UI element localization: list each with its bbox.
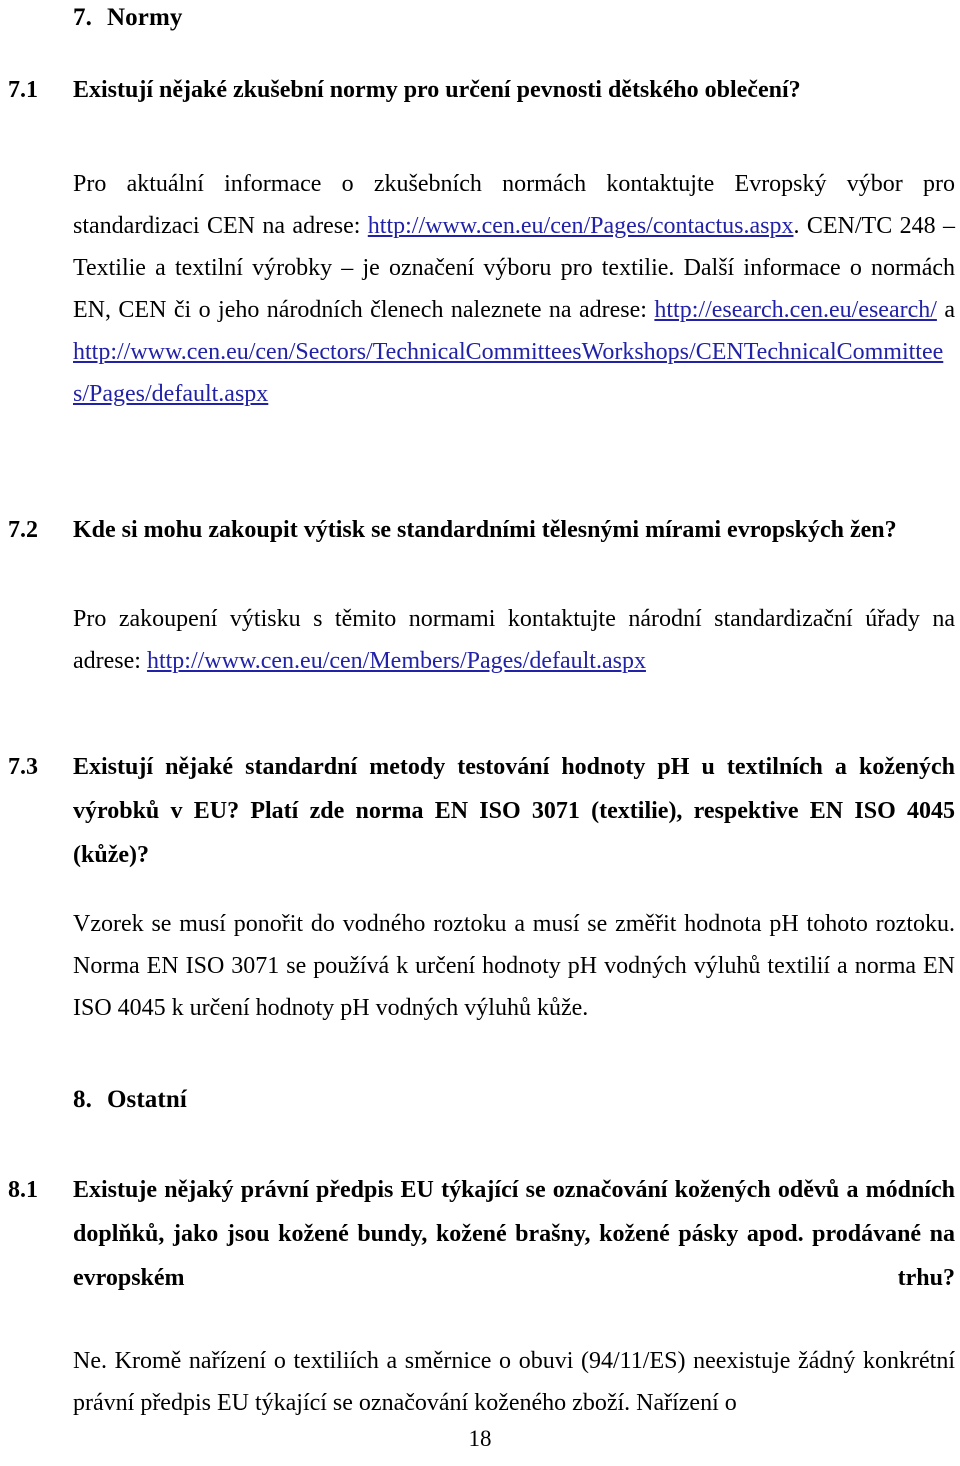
question-heading-7-2: 7.2 Kde si mohu zakoupit výtisk se stand…: [8, 508, 955, 552]
document-page: 7. Normy 7.1 Existují nějaké zkušební nor…: [0, 0, 960, 1466]
answer-paragraph-7-2: Pro zakoupení výtisku s těmito normami k…: [73, 598, 955, 682]
question-number-7-1: 7.1: [8, 77, 38, 103]
question-number-7-2: 7.2: [8, 517, 38, 543]
question-number-7-3: 7.3: [8, 754, 38, 780]
link-cen-members[interactable]: http://www.cen.eu/cen/Members/Pages/defa…: [147, 648, 646, 674]
chapter-heading-8: 8. Ostatní: [73, 1086, 187, 1114]
link-cen-contactus[interactable]: http://www.cen.eu/cen/Pages/contactus.as…: [368, 213, 794, 239]
question-heading-7-1: 7.1 Existují nějaké zkušební normy pro u…: [8, 68, 955, 112]
question-text-7-2: Kde si mohu zakoupit výtisk se standardn…: [73, 517, 897, 543]
answer-7-1-text-part-3: a: [936, 297, 955, 323]
chapter-number-8: 8.: [73, 1086, 92, 1113]
chapter-number-7: 7.: [73, 4, 92, 31]
page-number: 18: [468, 1426, 492, 1451]
answer-paragraph-7-1: Pro aktuální informace o zkušebních norm…: [73, 163, 955, 415]
question-text-8-1: Existuje nějaký právní předpis EU týkají…: [73, 1177, 955, 1291]
chapter-title-7: Normy: [107, 4, 183, 31]
question-text-7-1: Existují nějaké zkušební normy pro určen…: [73, 77, 801, 103]
question-text-7-3: Existují nějaké standardní metody testov…: [73, 754, 955, 868]
link-esearch-cen[interactable]: http://esearch.cen.eu/esearch/: [654, 297, 937, 323]
question-heading-7-3: 7.3 Existují nějaké standardní metody te…: [8, 745, 955, 921]
link-cen-technical-committees[interactable]: http://www.cen.eu/cen/Sectors/TechnicalC…: [73, 339, 943, 407]
answer-paragraph-7-3: Vzorek se musí ponořit do vodného roztok…: [73, 911, 955, 1021]
question-number-8-1: 8.1: [8, 1177, 38, 1203]
chapter-heading-7: 7. Normy: [73, 4, 182, 32]
answer-paragraph-8-1: Ne. Kromě nařízení o textiliích a směrni…: [73, 1348, 955, 1416]
question-heading-8-1: 8.1 Existuje nějaký právní předpis EU tý…: [8, 1168, 955, 1344]
chapter-title-8: Ostatní: [107, 1086, 187, 1113]
